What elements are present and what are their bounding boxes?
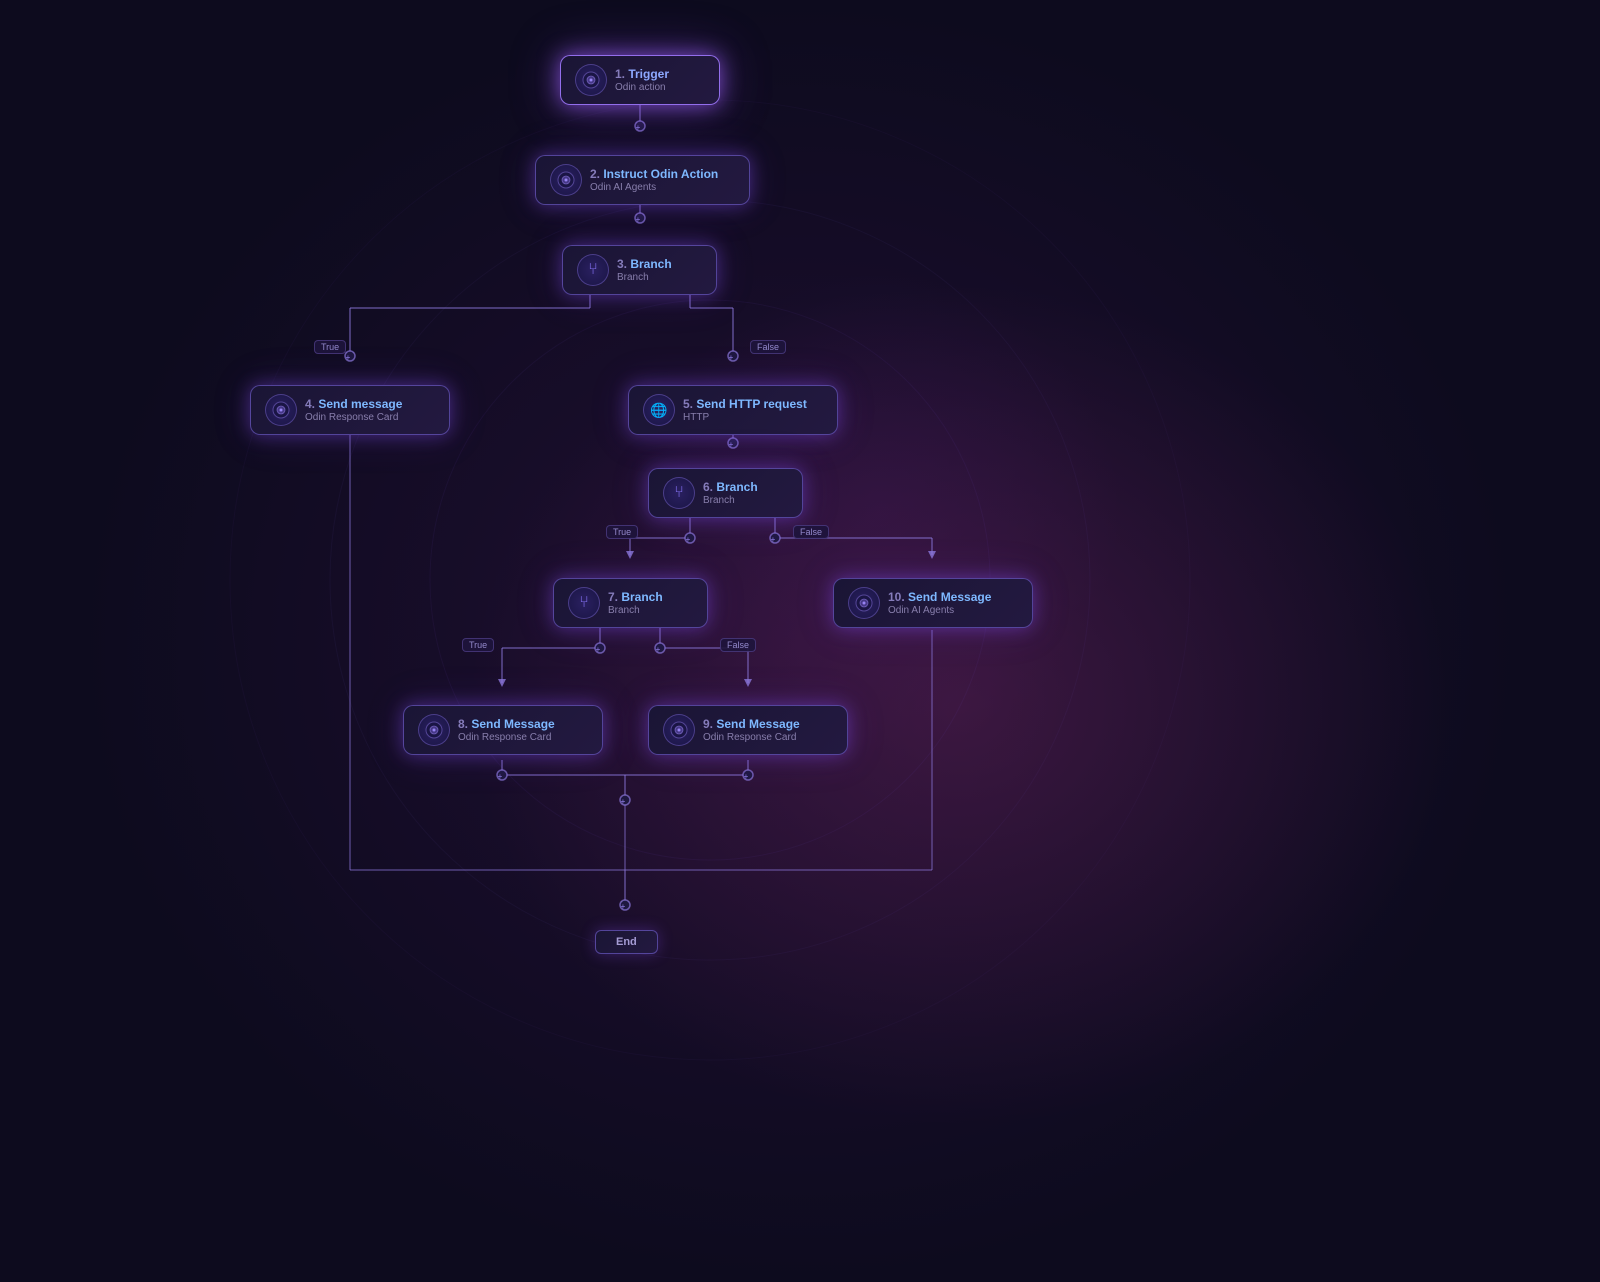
node-5-icon: 🌐 bbox=[643, 394, 675, 426]
node-7-branch[interactable]: ⑂ 7. Branch Branch bbox=[553, 578, 708, 628]
node-1-icon bbox=[575, 64, 607, 96]
true-label-1: True bbox=[314, 340, 346, 354]
false-label-2: False bbox=[793, 525, 829, 539]
node-1-text: 1. Trigger Odin action bbox=[615, 67, 669, 93]
false-label-1: False bbox=[750, 340, 786, 354]
node-3-branch[interactable]: ⑂ 3. Branch Branch bbox=[562, 245, 717, 295]
node-2-title: 2. Instruct Odin Action bbox=[590, 167, 718, 181]
node-2-text: 2. Instruct Odin Action Odin AI Agents bbox=[590, 167, 718, 193]
node-9-send-message[interactable]: 9. Send Message Odin Response Card bbox=[648, 705, 848, 755]
node-5-subtitle: HTTP bbox=[683, 412, 807, 423]
node-7-subtitle: Branch bbox=[608, 605, 663, 616]
node-10-text: 10. Send Message Odin AI Agents bbox=[888, 590, 991, 616]
node-10-icon bbox=[848, 587, 880, 619]
node-10-title: 10. Send Message bbox=[888, 590, 991, 604]
node-6-title: 6. Branch bbox=[703, 480, 758, 494]
node-3-text: 3. Branch Branch bbox=[617, 257, 672, 283]
true-label-2: True bbox=[606, 525, 638, 539]
node-6-text: 6. Branch Branch bbox=[703, 480, 758, 506]
node-6-icon: ⑂ bbox=[663, 477, 695, 509]
node-5-http[interactable]: 🌐 5. Send HTTP request HTTP bbox=[628, 385, 838, 435]
node-4-send-message[interactable]: 4. Send message Odin Response Card bbox=[250, 385, 450, 435]
node-8-title: 8. Send Message bbox=[458, 717, 555, 731]
node-5-text: 5. Send HTTP request HTTP bbox=[683, 397, 807, 423]
node-2-subtitle: Odin AI Agents bbox=[590, 182, 718, 193]
node-3-subtitle: Branch bbox=[617, 272, 672, 283]
true-label-3: True bbox=[462, 638, 494, 652]
node-4-title: 4. Send message bbox=[305, 397, 402, 411]
node-9-title: 9. Send Message bbox=[703, 717, 800, 731]
node-2-instruct[interactable]: 2. Instruct Odin Action Odin AI Agents bbox=[535, 155, 750, 205]
node-7-title: 7. Branch bbox=[608, 590, 663, 604]
node-8-icon bbox=[418, 714, 450, 746]
node-9-icon bbox=[663, 714, 695, 746]
node-4-subtitle: Odin Response Card bbox=[305, 412, 402, 423]
node-1-trigger[interactable]: 1. Trigger Odin action bbox=[560, 55, 720, 105]
background-gradient bbox=[0, 0, 1600, 1282]
node-8-subtitle: Odin Response Card bbox=[458, 732, 555, 743]
node-8-text: 8. Send Message Odin Response Card bbox=[458, 717, 555, 743]
end-node[interactable]: End bbox=[595, 930, 658, 954]
node-5-title: 5. Send HTTP request bbox=[683, 397, 807, 411]
node-7-text: 7. Branch Branch bbox=[608, 590, 663, 616]
node-9-subtitle: Odin Response Card bbox=[703, 732, 800, 743]
node-10-subtitle: Odin AI Agents bbox=[888, 605, 991, 616]
false-label-3: False bbox=[720, 638, 756, 652]
node-3-icon: ⑂ bbox=[577, 254, 609, 286]
node-3-title: 3. Branch bbox=[617, 257, 672, 271]
node-7-icon: ⑂ bbox=[568, 587, 600, 619]
node-1-subtitle: Odin action bbox=[615, 82, 669, 93]
node-1-title: 1. Trigger bbox=[615, 67, 669, 81]
node-6-subtitle: Branch bbox=[703, 495, 758, 506]
node-10-send-message[interactable]: 10. Send Message Odin AI Agents bbox=[833, 578, 1033, 628]
node-4-icon bbox=[265, 394, 297, 426]
node-4-text: 4. Send message Odin Response Card bbox=[305, 397, 402, 423]
node-2-icon bbox=[550, 164, 582, 196]
node-9-text: 9. Send Message Odin Response Card bbox=[703, 717, 800, 743]
node-6-branch[interactable]: ⑂ 6. Branch Branch bbox=[648, 468, 803, 518]
node-8-send-message[interactable]: 8. Send Message Odin Response Card bbox=[403, 705, 603, 755]
